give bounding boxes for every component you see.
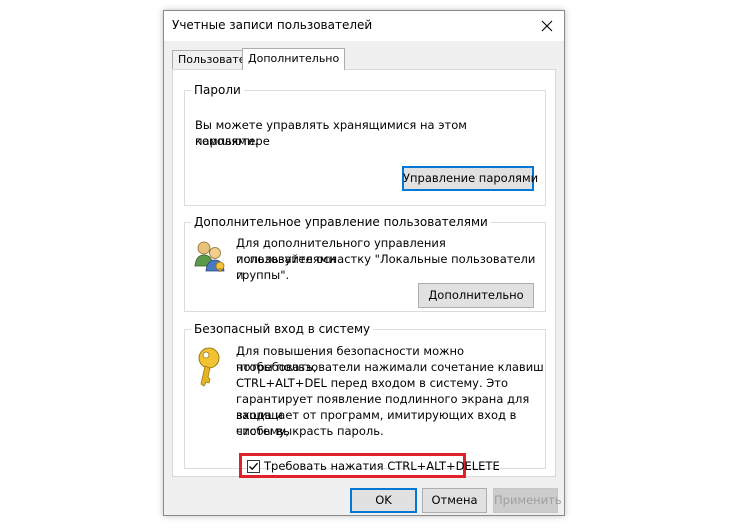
secure-logon-description-line3: CTRL+ALT+DEL перед входом в систему. Это bbox=[236, 376, 509, 390]
advanced-users-description-line3: группы". bbox=[236, 268, 290, 282]
checkmark-icon bbox=[249, 462, 258, 471]
advanced-tab-panel: Пароли Вы можете управлять хранящимися н… bbox=[172, 69, 556, 478]
secure-logon-description-line6: чтобы выкрасть пароль. bbox=[236, 424, 384, 438]
manage-passwords-button[interactable]: Управление паролями bbox=[402, 166, 538, 191]
cancel-button[interactable]: Отмена bbox=[422, 488, 487, 513]
title-bar[interactable]: Учетные записи пользователей bbox=[164, 11, 564, 41]
users-icon bbox=[193, 239, 227, 276]
advanced-user-management-group: Дополнительное управление пользователями… bbox=[184, 214, 546, 312]
require-ctrl-alt-del-checkbox[interactable] bbox=[247, 460, 260, 473]
apply-button[interactable]: Применить bbox=[493, 488, 562, 513]
close-icon bbox=[541, 20, 553, 32]
require-ctrl-alt-del-label[interactable]: Требовать нажатия CTRL+ALT+DELETE bbox=[264, 459, 500, 473]
passwords-description-line2: паролями. bbox=[195, 134, 258, 148]
advanced-button[interactable]: Дополнительно bbox=[418, 283, 534, 308]
secure-logon-group: Безопасный вход в систему Для повышения … bbox=[184, 321, 546, 469]
passwords-group-label: Пароли bbox=[191, 82, 244, 98]
require-ctrl-alt-del-highlight: Требовать нажатия CTRL+ALT+DELETE bbox=[239, 453, 500, 478]
secure-logon-group-label: Безопасный вход в систему bbox=[191, 321, 374, 337]
ok-button[interactable]: OK bbox=[350, 488, 417, 513]
close-button[interactable] bbox=[536, 15, 558, 37]
tab-advanced[interactable]: Дополнительно bbox=[242, 48, 346, 70]
dialog-title: Учетные записи пользователей bbox=[172, 18, 373, 32]
secure-logon-description-line2: чтобы пользователи нажимали сочетание кл… bbox=[236, 360, 544, 374]
advanced-user-management-group-label: Дополнительное управление пользователями bbox=[191, 214, 491, 230]
key-icon bbox=[195, 346, 227, 393]
passwords-group: Пароли Вы можете управлять хранящимися н… bbox=[184, 82, 546, 206]
user-accounts-dialog: Учетные записи пользователей Пользовател… bbox=[163, 10, 565, 516]
